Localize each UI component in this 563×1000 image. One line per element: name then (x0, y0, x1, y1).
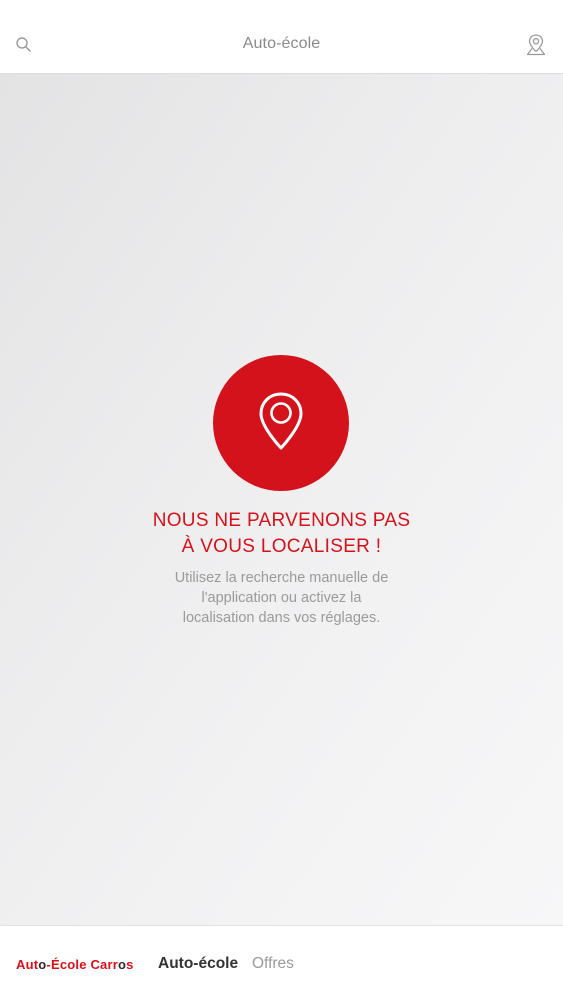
bottom-nav: Auto-École Carros Auto-école Offres (0, 925, 563, 1000)
top-bar: Auto-école (0, 0, 563, 74)
error-message-line: l'application ou activez la (201, 590, 362, 606)
brand-logo: Auto-École Carros (16, 957, 134, 972)
locate-me-button[interactable] (525, 33, 547, 57)
error-message: Utilisez la recherche manuelle de l'appl… (120, 568, 443, 628)
location-error-badge (213, 355, 349, 491)
error-title-line: NOUS NE PARVENONS PAS (152, 510, 411, 531)
location-pin-icon (259, 392, 303, 450)
error-message-line: localisation dans vos réglages. (182, 610, 381, 626)
error-title-line: À VOUS LOCALISER ! (181, 536, 382, 557)
main-content: NOUS NE PARVENONS PAS À VOUS LOCALISER !… (0, 74, 563, 925)
nav-tab-offres[interactable]: Offres (252, 955, 294, 973)
page-title: Auto-école (242, 35, 321, 52)
error-title: NOUS NE PARVENONS PAS À VOUS LOCALISER ! (0, 508, 563, 560)
error-message-line: Utilisez la recherche manuelle de (174, 570, 389, 586)
nav-tab-auto-ecole[interactable]: Auto-école (158, 955, 238, 973)
app-screen: Auto-école NOUS NE PARVENONS PAS À VOUS … (0, 0, 563, 1000)
location-pin-icon (526, 34, 546, 56)
